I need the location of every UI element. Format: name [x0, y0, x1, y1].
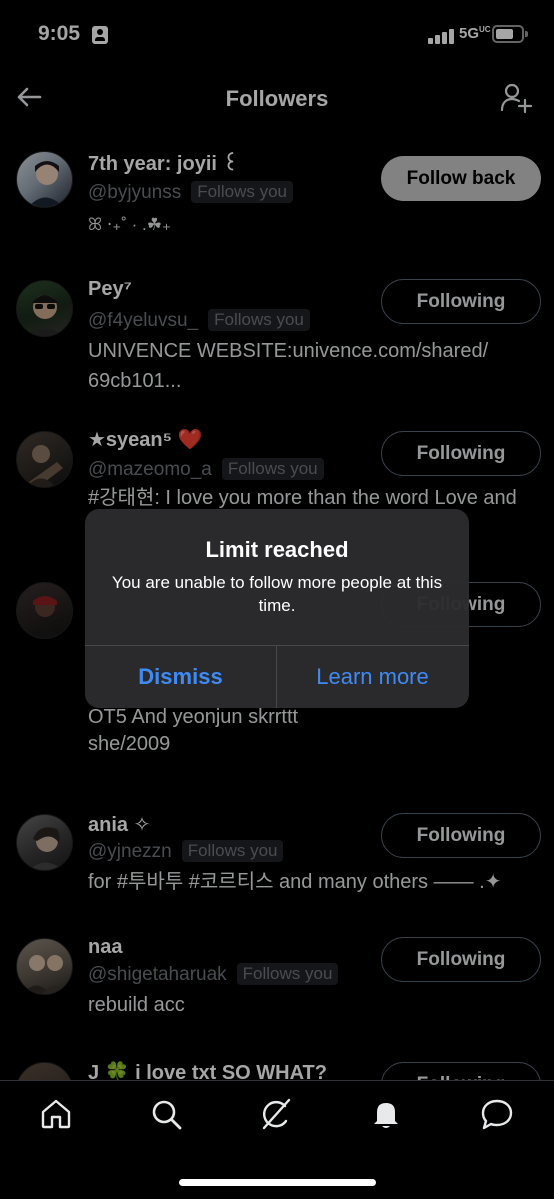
alert-title: Limit reached: [205, 537, 349, 562]
grok-icon[interactable]: [259, 1097, 293, 1131]
alert-message: You are unable to follow more people at …: [111, 573, 443, 615]
messages-icon[interactable]: [480, 1097, 514, 1131]
dismiss-button[interactable]: Dismiss: [85, 646, 276, 708]
followers-screen: 9:05 5GUC Followers 7th year: joyii ꒰ @b…: [0, 0, 554, 1199]
notifications-icon[interactable]: [369, 1097, 403, 1131]
home-indicator: [179, 1179, 376, 1186]
search-icon[interactable]: [149, 1097, 183, 1131]
home-icon[interactable]: [39, 1097, 73, 1131]
learn-more-button[interactable]: Learn more: [277, 646, 468, 708]
limit-reached-alert: Limit reached You are unable to follow m…: [85, 509, 469, 708]
